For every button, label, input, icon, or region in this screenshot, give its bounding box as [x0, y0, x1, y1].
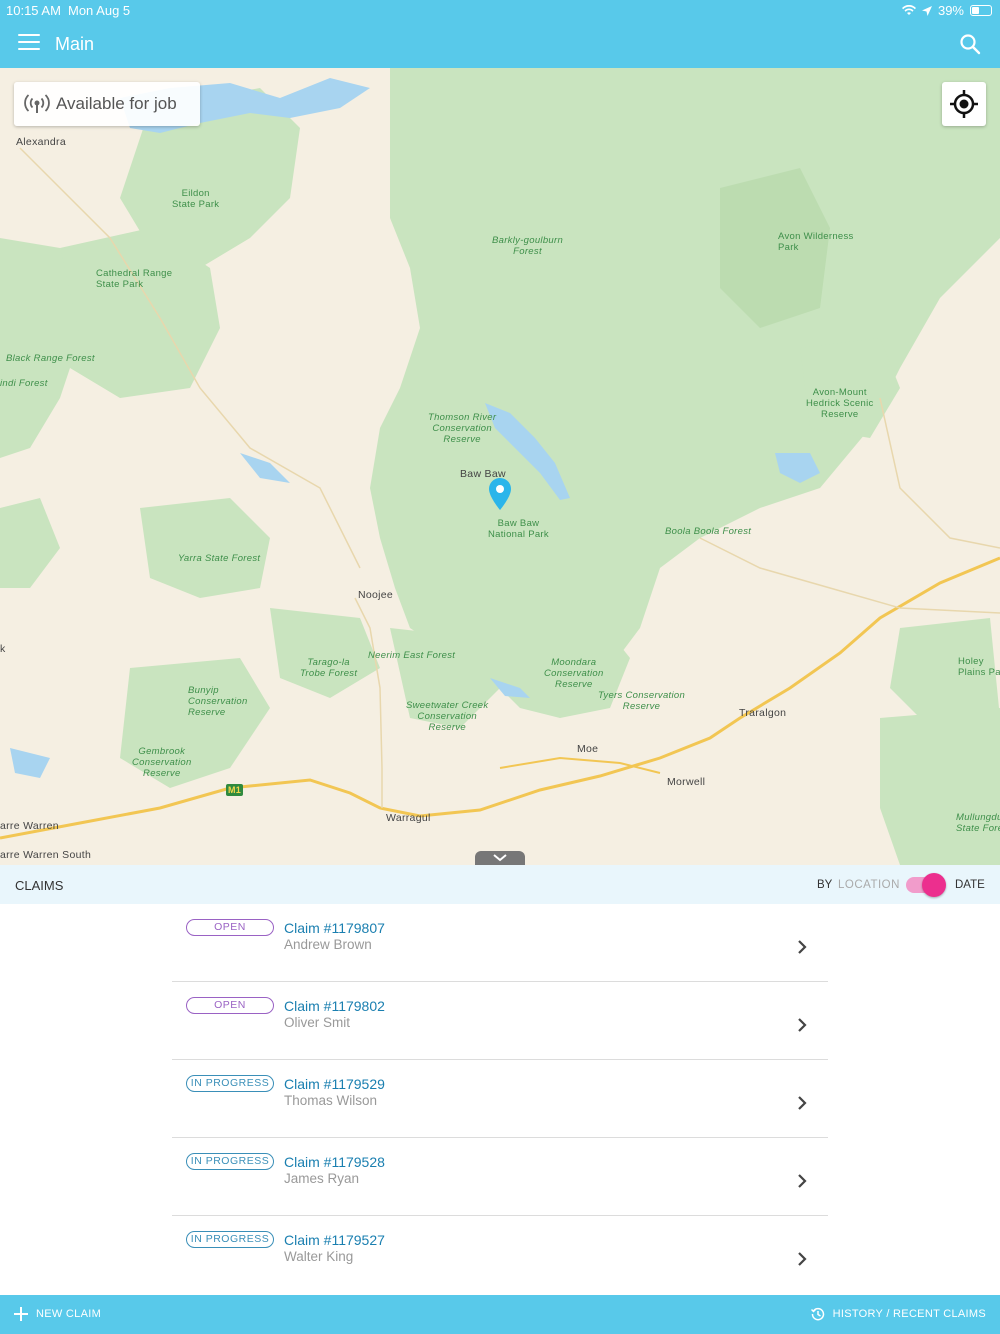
- claim-row[interactable]: IN PROGRESS Claim #1179528 James Ryan: [172, 1138, 828, 1216]
- history-label: HISTORY / RECENT CLAIMS: [832, 1308, 986, 1320]
- status-date: Mon Aug 5: [68, 3, 131, 18]
- claim-row[interactable]: OPEN Claim #1179807 Andrew Brown: [172, 904, 828, 982]
- location-arrow-icon: [921, 5, 932, 16]
- claim-row[interactable]: IN PROGRESS Claim #1179529 Thomas Wilson: [172, 1060, 828, 1138]
- crosshair-icon: [950, 90, 978, 118]
- map-label-morwell: Morwell: [667, 776, 706, 788]
- claim-number: Claim #1179802: [284, 998, 385, 1014]
- hamburger-menu-icon[interactable]: [18, 34, 40, 54]
- map-label-gembrook: Gembrook Conservation Reserve: [132, 746, 192, 779]
- battery-percent: 39%: [937, 3, 964, 18]
- map-view[interactable]: Alexandra Eildon State Park Cathedral Ra…: [0, 68, 1000, 865]
- map-label-cathedral: Cathedral Range State Park: [96, 268, 173, 290]
- chevron-right-icon: [798, 1096, 807, 1110]
- sort-by-label: BY: [817, 879, 833, 891]
- status-time: 10:15 AM: [6, 3, 61, 18]
- chevron-right-icon: [798, 940, 807, 954]
- available-for-job-label: Available for job: [56, 94, 177, 113]
- status-badge: IN PROGRESS: [186, 1075, 274, 1092]
- claimant-name: Thomas Wilson: [284, 1093, 378, 1108]
- map-label-mullungdu: Mullungdu State Fore: [956, 812, 1000, 834]
- collapse-map-handle[interactable]: [475, 851, 525, 865]
- map-label-black-range: Black Range Forest: [6, 353, 95, 364]
- chevron-right-icon: [798, 1252, 807, 1266]
- map-label-k: k: [0, 643, 6, 655]
- map-label-moe: Moe: [577, 743, 599, 755]
- sort-toggle-knob: [922, 873, 946, 897]
- map-pin-icon[interactable]: [489, 478, 511, 510]
- map-label-sweetwater: Sweetwater Creek Conservation Reserve: [406, 700, 489, 733]
- highway-m1-badge: M1: [226, 784, 244, 796]
- map-label-alexandra: Alexandra: [16, 136, 66, 148]
- map-label-eildon: Eildon State Park: [172, 188, 220, 210]
- claim-row[interactable]: IN PROGRESS Claim #1179527 Walter King: [172, 1216, 828, 1294]
- wifi-icon: [901, 5, 916, 15]
- app-header: Main: [0, 20, 1000, 68]
- plus-icon: [14, 1307, 28, 1321]
- battery-icon: [970, 5, 992, 16]
- map-label-warragul: Warragul: [386, 812, 431, 824]
- broadcast-icon: [24, 94, 50, 113]
- claim-number: Claim #1179528: [284, 1154, 385, 1170]
- claimant-name: Walter King: [284, 1249, 354, 1264]
- claim-row[interactable]: OPEN Claim #1179802 Oliver Smit: [172, 982, 828, 1060]
- chevron-down-icon: [493, 854, 507, 862]
- claims-title: CLAIMS: [15, 878, 64, 893]
- status-bar: 10:15 AM Mon Aug 5 39%: [0, 0, 1000, 20]
- map-label-holey: Holey Plains Pa: [958, 656, 1000, 678]
- map-label-warren: arre Warren: [0, 820, 59, 832]
- available-for-job-toggle[interactable]: Available for job: [14, 82, 200, 126]
- map-label-traralgon: Traralgon: [739, 707, 787, 719]
- claims-list: OPEN Claim #1179807 Andrew Brown OPEN Cl…: [172, 904, 828, 1294]
- map-label-boola: Boola Boola Forest: [665, 526, 752, 537]
- map-label-warren-south: arre Warren South: [0, 849, 92, 861]
- chevron-right-icon: [798, 1174, 807, 1188]
- claim-number: Claim #1179527: [284, 1232, 385, 1248]
- status-badge: IN PROGRESS: [186, 1231, 274, 1248]
- status-badge: OPEN: [186, 997, 274, 1014]
- sort-date-label[interactable]: DATE: [955, 879, 985, 891]
- bottom-toolbar: NEW CLAIM HISTORY / RECENT CLAIMS: [0, 1295, 1000, 1334]
- new-claim-label: NEW CLAIM: [36, 1308, 102, 1320]
- map-label-noojee: Noojee: [358, 589, 394, 601]
- chevron-right-icon: [798, 1018, 807, 1032]
- map-label-avon-mount: Avon-Mount Hedrick Scenic Reserve: [806, 387, 874, 420]
- claims-header: CLAIMS BY LOCATION DATE: [0, 865, 1000, 904]
- map-label-yarra: Yarra State Forest: [178, 553, 261, 564]
- sort-location-label[interactable]: LOCATION: [838, 879, 900, 891]
- status-indicators: 39%: [901, 3, 992, 18]
- map-label-indi-forest: indi Forest: [0, 378, 48, 389]
- locate-me-button[interactable]: [942, 82, 986, 126]
- map-label-neerim: Neerim East Forest: [368, 650, 456, 661]
- history-button[interactable]: HISTORY / RECENT CLAIMS: [810, 1307, 986, 1321]
- map-label-moondara: Moondara Conservation Reserve: [544, 657, 604, 690]
- claim-number: Claim #1179529: [284, 1076, 385, 1092]
- status-badge: IN PROGRESS: [186, 1153, 274, 1170]
- claimant-name: Oliver Smit: [284, 1015, 351, 1030]
- map-label-tyers: Tyers Conservation Reserve: [598, 690, 686, 712]
- map-label-baw-baw-np: Baw Baw National Park: [488, 518, 549, 540]
- sort-toggle[interactable]: [906, 873, 946, 897]
- search-icon[interactable]: [958, 32, 982, 56]
- history-icon: [810, 1307, 824, 1321]
- map-label-tarago: Tarago-la Trobe Forest: [300, 657, 358, 679]
- map-label-barkly: Barkly-goulburn Forest: [492, 235, 564, 257]
- status-badge: OPEN: [186, 919, 274, 936]
- claim-number: Claim #1179807: [284, 920, 385, 936]
- claimant-name: James Ryan: [284, 1171, 360, 1186]
- page-title: Main: [55, 34, 95, 54]
- new-claim-button[interactable]: NEW CLAIM: [14, 1307, 101, 1321]
- map-label-avon: Avon Wilderness Park: [778, 231, 854, 253]
- map-label-thomson: Thomson River Conservation Reserve: [428, 412, 497, 445]
- claimant-name: Andrew Brown: [284, 937, 372, 952]
- map-label-bunyip: Bunyip Conservation Reserve: [188, 685, 248, 718]
